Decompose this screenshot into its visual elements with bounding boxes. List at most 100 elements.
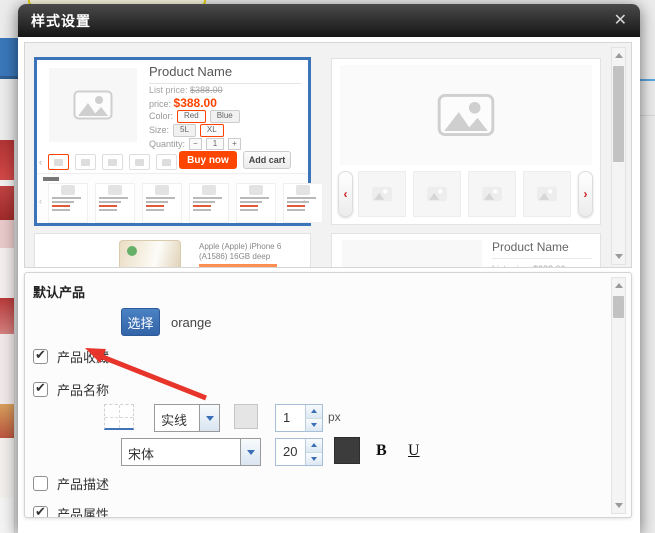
size-label: Size: [149, 125, 169, 135]
template-option-gallery[interactable]: ‹ › [331, 58, 601, 225]
related-products-section: ‹ › [37, 173, 308, 223]
buy-now-button: Buy now [179, 151, 237, 169]
thumbnail-strip: ‹ › [39, 154, 186, 170]
scroll-down-icon[interactable] [615, 254, 623, 259]
background-divider [639, 115, 655, 116]
product-attributes-checkbox[interactable] [33, 506, 48, 518]
preview-list-price: List price: $388.00 [492, 264, 566, 268]
thumbnail [523, 171, 571, 217]
related-header-placeholder [43, 177, 59, 181]
step-up-icon[interactable] [306, 439, 322, 452]
prev-icon: ‹ [39, 157, 42, 167]
image-icon [437, 93, 495, 137]
list-item-price-placeholder [199, 264, 277, 268]
preview-product-name: Product Name [149, 64, 301, 84]
quantity-value: 1 [206, 138, 224, 150]
background-blue-bar-edge [0, 76, 18, 79]
scrollbar-thumb[interactable] [613, 296, 624, 318]
font-size-stepper[interactable]: 20 [275, 438, 323, 466]
chevron-down-icon[interactable] [240, 439, 260, 465]
price-value: $388.00 [174, 96, 217, 110]
border-color-swatch[interactable] [234, 404, 258, 429]
px-unit-label: px [328, 410, 341, 424]
prev-icon: ‹ [39, 196, 42, 206]
font-size-value: 20 [276, 439, 305, 465]
border-style-dropdown[interactable]: 实线 [154, 404, 220, 432]
list-item-title: Apple (Apple) iPhone 6 (A1586) 16GB deep [199, 242, 305, 261]
related-product-card [189, 183, 229, 223]
step-down-icon[interactable] [306, 418, 322, 432]
border-side-picker[interactable] [104, 404, 134, 430]
background-blue-bar [0, 38, 18, 76]
scroll-up-icon[interactable] [615, 283, 623, 288]
step-down-icon[interactable] [306, 452, 322, 466]
carousel-prev-icon: ‹ [338, 171, 353, 217]
preview-color-row: Color: Red Blue [149, 110, 240, 123]
scrollbar-thumb[interactable] [613, 66, 624, 162]
price-label: price: [149, 99, 171, 109]
scroll-down-icon[interactable] [615, 503, 623, 508]
template-option-detail[interactable]: Product Name List price: $388.00 price: … [34, 57, 311, 226]
carousel-next-icon: › [578, 171, 593, 217]
list-price-label: List price: [492, 264, 531, 268]
checkbox-label: 产品属性 [57, 504, 109, 518]
thumbnail [413, 171, 461, 217]
product-description-checkbox[interactable] [33, 476, 48, 491]
checkbox-row-favorite: 产品收藏 [33, 347, 109, 366]
thumbnail [358, 171, 406, 217]
list-price-value: $388.00 [533, 264, 566, 268]
screen: 样式设置 ✕ Product Name List price: $388.00 [0, 0, 655, 533]
product-image-placeholder [49, 68, 137, 142]
default-product-label: 默认产品 [33, 282, 85, 301]
next-icon: › [303, 196, 306, 206]
select-product-button[interactable]: 选择 [121, 308, 160, 336]
checkbox-label: 产品名称 [57, 380, 109, 399]
step-up-icon[interactable] [306, 405, 322, 418]
dialog-title: 样式设置 [31, 11, 91, 31]
size-option-xl: XL [200, 124, 224, 137]
font-color-swatch[interactable] [334, 437, 360, 464]
product-image-placeholder [340, 65, 592, 165]
background-page-strip [0, 140, 15, 533]
product-name-checkbox[interactable] [33, 382, 48, 397]
checkbox-label: 产品描述 [57, 474, 109, 493]
list-price-value: $388.00 [190, 85, 223, 95]
style-settings-dialog: 样式设置 ✕ Product Name List price: $388.00 [18, 4, 640, 533]
color-label: Color: [149, 111, 173, 121]
list-price-label: List price: [149, 85, 188, 95]
selected-product-value: orange [171, 315, 211, 330]
dialog-header: 样式设置 ✕ [18, 4, 640, 37]
quantity-label: Quantity: [149, 139, 185, 149]
chevron-down-icon[interactable] [199, 405, 219, 431]
thumbnail [468, 171, 516, 217]
size-option-5l: 5L [173, 124, 196, 137]
product-favorite-checkbox[interactable] [33, 349, 48, 364]
checkbox-row-attributes: 产品属性 [33, 504, 109, 518]
underline-button[interactable]: U [408, 442, 420, 460]
background-blue-line [639, 79, 655, 81]
preview-size-row: Size: 5L XL [149, 124, 224, 137]
preview-price: price: $388.00 [149, 96, 217, 110]
template-option-partial[interactable]: Product Name List price: $388.00 [331, 233, 601, 268]
color-option-blue: Blue [210, 110, 240, 123]
thumbnail [48, 154, 69, 170]
quantity-plus: + [228, 138, 241, 150]
border-width-value: 1 [276, 405, 305, 431]
border-style-value: 实线 [155, 405, 199, 431]
related-product-card [95, 183, 135, 223]
bold-button[interactable]: B [376, 442, 387, 460]
checkbox-row-name: 产品名称 [33, 380, 109, 399]
font-family-dropdown[interactable]: 宋体 [121, 438, 261, 466]
preview-list-price: List price: $388.00 [149, 85, 223, 95]
related-product-card [142, 183, 182, 223]
thumbnail [129, 154, 150, 170]
form-scrollbar[interactable] [611, 277, 626, 514]
border-width-stepper[interactable]: 1 [275, 404, 323, 432]
preview-quantity-row: Quantity: − 1 + [149, 138, 241, 150]
template-option-list[interactable]: Apple (Apple) iPhone 6 (A1586) 16GB deep [34, 233, 311, 268]
template-scrollbar[interactable] [611, 47, 626, 265]
image-icon [73, 90, 113, 120]
font-family-value: 宋体 [122, 439, 240, 465]
close-icon[interactable]: ✕ [614, 13, 627, 29]
scroll-up-icon[interactable] [615, 53, 623, 58]
